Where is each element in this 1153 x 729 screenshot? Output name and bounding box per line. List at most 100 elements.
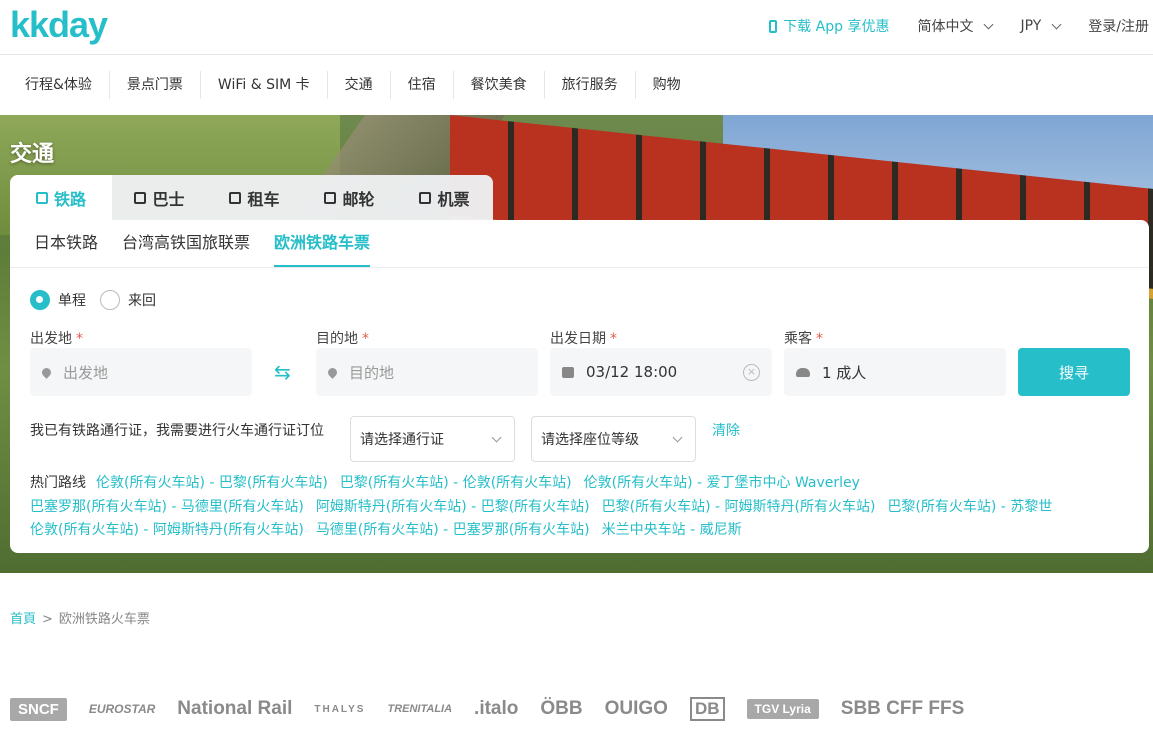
national-rail-logo: National Rail: [177, 698, 293, 719]
obb-logo: ÖBB: [540, 698, 583, 719]
calendar-icon: [562, 366, 574, 378]
partner-logos: SNCF EUROSTAR National Rail THALYS TRENI…: [10, 692, 1153, 726]
radio-checked-icon: [30, 290, 50, 310]
date-input[interactable]: 03/12 18:00 ×: [550, 348, 772, 396]
radio-label: 来回: [128, 293, 156, 309]
top-header: kkday 下载 App 享优惠 简体中文 JPY 登录/注册: [0, 0, 1153, 55]
chevron-down-icon: [984, 19, 994, 29]
required-mark: *: [76, 331, 83, 347]
passenger-label: 乘客 *: [784, 328, 823, 348]
tgv-lyria-logo: TGV Lyria: [746, 699, 819, 719]
destination-label-text: 目的地: [316, 331, 358, 347]
category-item[interactable]: WiFi & SIM 卡: [201, 71, 328, 99]
subtab-japan-rail[interactable]: 日本铁路: [34, 219, 98, 267]
trenitalia-logo: TRENITALIA: [387, 703, 453, 715]
origin-label: 出发地 *: [30, 328, 83, 348]
subtab-taiwan-hsr[interactable]: 台湾高铁国旅联票: [122, 219, 250, 267]
tab-flight[interactable]: 机票: [397, 175, 492, 220]
breadcrumb-current: 欧洲铁路火车票: [58, 612, 150, 627]
location-pin-icon: [40, 365, 53, 379]
hot-route-link[interactable]: 米兰中央车站 - 威尼斯: [602, 522, 742, 538]
bus-icon: [134, 191, 147, 204]
destination-placeholder: 目的地: [349, 363, 395, 382]
hot-route-link[interactable]: 巴塞罗那(所有火车站) - 马德里(所有火车站): [30, 499, 304, 515]
required-mark: *: [816, 331, 823, 347]
round-trip-radio[interactable]: 来回: [100, 290, 156, 310]
hot-route-link[interactable]: 马德里(所有火车站) - 巴塞罗那(所有火车站): [316, 522, 590, 538]
passenger-input[interactable]: 1 成人: [784, 348, 1006, 396]
category-item[interactable]: 景点门票: [110, 71, 201, 99]
clear-link[interactable]: 清除: [712, 420, 740, 440]
passenger-value: 1 成人: [822, 363, 867, 382]
trip-type-group: 单程 来回: [30, 290, 170, 310]
hot-route-link[interactable]: 阿姆斯特丹(所有火车站) - 巴黎(所有火车站): [316, 499, 590, 515]
kkday-logo[interactable]: kkday: [10, 5, 108, 45]
sncf-logo: SNCF: [10, 697, 67, 721]
download-app-link[interactable]: 下载 App 享优惠: [769, 16, 889, 36]
tab-label: 铁路: [53, 189, 86, 209]
ship-icon: [324, 191, 337, 204]
swap-icon[interactable]: ⇆: [274, 362, 291, 382]
passenger-label-text: 乘客: [784, 331, 812, 347]
language-selector[interactable]: 简体中文: [917, 16, 994, 36]
search-panel: 日本铁路 台湾高铁国旅联票 欧洲铁路车票 单程 来回 出发地 * 目的地 * 出发日…: [10, 220, 1149, 553]
hero-banner: 交通 铁路 巴士 租车 邮轮 机票 日本铁路 台湾高铁国旅联票 欧洲铁路车票 单…: [0, 115, 1153, 573]
hot-route-link[interactable]: 伦敦(所有火车站) - 爱丁堡市中心 Waverley: [584, 475, 860, 491]
tab-cruise[interactable]: 邮轮: [302, 175, 397, 220]
tab-rail[interactable]: 铁路: [10, 175, 112, 220]
eurostar-logo: EUROSTAR: [88, 702, 156, 716]
chevron-down-icon: [672, 432, 683, 443]
breadcrumb-separator: >: [42, 612, 53, 627]
top-links: 下载 App 享优惠 简体中文 JPY 登录/注册: [769, 0, 1153, 52]
hot-routes-label: 热门路线: [30, 475, 86, 491]
page-title: 交通: [10, 142, 55, 167]
hot-route-link[interactable]: 巴黎(所有火车站) - 伦敦(所有火车站): [340, 475, 572, 491]
tab-bus[interactable]: 巴士: [112, 175, 207, 220]
hot-route-link[interactable]: 巴黎(所有火车站) - 阿姆斯特丹(所有火车站): [602, 499, 876, 515]
radio-label: 单程: [58, 293, 86, 309]
location-pin-icon: [326, 365, 339, 379]
tab-label: 邮轮: [342, 189, 375, 209]
destination-input[interactable]: 目的地: [316, 348, 538, 396]
hot-route-link[interactable]: 巴黎(所有火车站) - 苏黎世: [887, 499, 1052, 515]
currency-selector[interactable]: JPY: [1020, 18, 1062, 34]
origin-placeholder: 出发地: [63, 363, 109, 382]
destination-label: 目的地 *: [316, 328, 369, 348]
category-item[interactable]: 行程&体验: [8, 71, 110, 99]
breadcrumb-home[interactable]: 首頁: [10, 612, 36, 627]
category-item[interactable]: 交通: [328, 71, 391, 99]
tab-label: 租车: [247, 189, 280, 209]
category-item[interactable]: 住宿: [391, 71, 454, 99]
rail-pass-select[interactable]: 请选择通行证: [350, 416, 515, 462]
rail-pass-label: 我已有铁路通行证，我需要进行火车通行证订位: [30, 423, 324, 439]
phone-icon: [769, 19, 778, 33]
search-button[interactable]: 搜寻: [1018, 348, 1130, 396]
origin-label-text: 出发地: [30, 331, 72, 347]
origin-input[interactable]: 出发地: [30, 348, 252, 396]
category-item[interactable]: 餐饮美食: [454, 71, 545, 99]
download-app-label: 下载 App 享优惠: [783, 19, 890, 35]
clear-date-icon[interactable]: ×: [743, 364, 760, 381]
radio-unchecked-icon: [100, 290, 120, 310]
car-icon: [229, 191, 242, 204]
category-item[interactable]: 旅行服务: [545, 71, 636, 99]
date-value: 03/12 18:00: [586, 363, 678, 381]
one-way-radio[interactable]: 单程: [30, 290, 86, 310]
ouigo-logo: OUIGO: [604, 698, 668, 719]
subtab-europe-rail[interactable]: 欧洲铁路车票: [274, 219, 371, 267]
tab-label: 机票: [437, 189, 470, 209]
date-label: 出发日期 *: [550, 328, 617, 348]
rail-pass-select-value: 请选择通行证: [360, 432, 444, 448]
tab-car-rental[interactable]: 租车: [207, 175, 302, 220]
chevron-down-icon: [1051, 19, 1062, 29]
thalys-logo: THALYS: [314, 703, 366, 715]
required-mark: *: [362, 331, 369, 347]
train-icon: [35, 191, 48, 204]
seat-class-select[interactable]: 请选择座位等级: [531, 416, 696, 462]
login-link[interactable]: 登录/注册: [1088, 16, 1149, 36]
db-logo: DB: [689, 697, 725, 721]
category-item[interactable]: 购物: [636, 71, 698, 99]
hot-route-link[interactable]: 伦敦(所有火车站) - 巴黎(所有火车站): [96, 475, 328, 491]
italo-logo: .italo: [474, 698, 519, 719]
hot-route-link[interactable]: 伦敦(所有火车站) - 阿姆斯特丹(所有火车站): [30, 522, 304, 538]
